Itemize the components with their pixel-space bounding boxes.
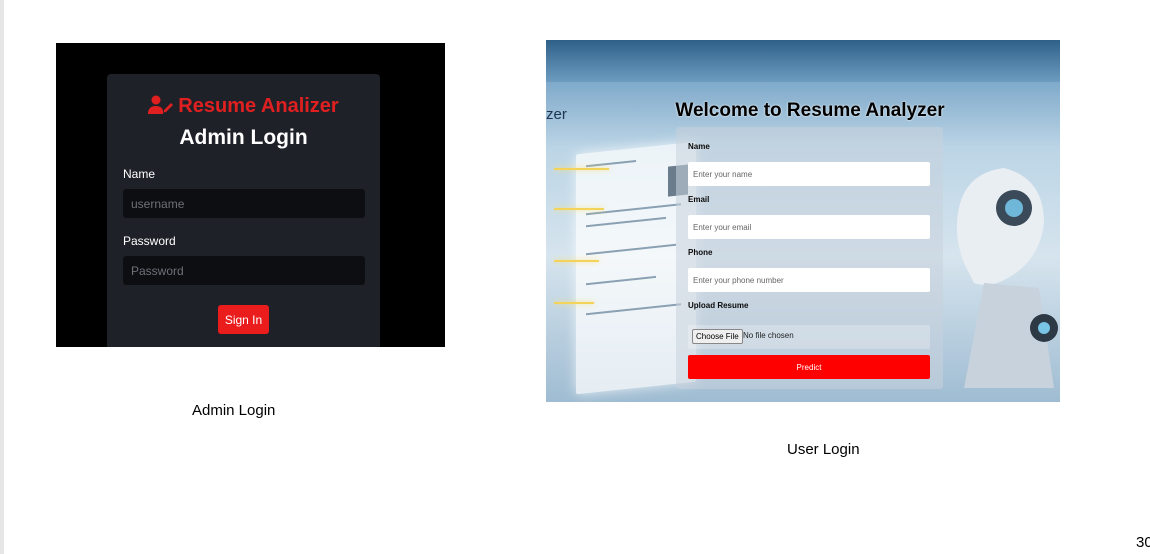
user-edit-icon bbox=[148, 95, 174, 114]
resume-line bbox=[586, 216, 666, 228]
admin-login-caption: Admin Login bbox=[192, 402, 276, 419]
upload-resume-label: Upload Resume bbox=[688, 301, 749, 310]
phone-label: Phone bbox=[688, 248, 713, 257]
robot-illustration bbox=[956, 168, 1058, 388]
light-streak bbox=[554, 260, 599, 262]
background-ceiling bbox=[546, 40, 1060, 82]
name-label: Name bbox=[123, 167, 156, 181]
sign-in-button[interactable]: Sign In bbox=[218, 305, 269, 334]
resume-file-input: Choose File No file chosen bbox=[688, 325, 930, 349]
welcome-title: Welcome to Resume Analyzer bbox=[675, 100, 945, 121]
email-input[interactable] bbox=[688, 215, 930, 239]
page-left-border bbox=[0, 0, 4, 554]
no-file-chosen-text: No file chosen bbox=[743, 331, 794, 340]
page-number: 30 bbox=[1136, 534, 1150, 551]
username-input[interactable] bbox=[123, 189, 365, 218]
admin-login-screenshot: Resume Analizer Admin Login Name Passwor… bbox=[56, 43, 445, 347]
light-streak bbox=[554, 302, 594, 304]
email-label: Email bbox=[688, 195, 710, 204]
admin-login-title: Admin Login bbox=[179, 126, 308, 149]
user-name-input[interactable] bbox=[688, 162, 930, 186]
predict-button[interactable]: Predict bbox=[688, 355, 930, 379]
brand-name: Resume Analizer bbox=[178, 95, 339, 117]
light-streak bbox=[554, 208, 604, 210]
user-name-label: Name bbox=[688, 142, 710, 151]
resume-line bbox=[586, 303, 681, 316]
admin-login-card: Resume Analizer Admin Login Name Passwor… bbox=[107, 74, 380, 347]
password-label: Password bbox=[123, 234, 176, 248]
user-login-screenshot: zer Welcome to Resume Analyzer Name Emai… bbox=[546, 40, 1060, 402]
password-input[interactable] bbox=[123, 256, 365, 285]
resume-line bbox=[586, 160, 636, 168]
resume-line bbox=[586, 243, 676, 256]
brand-heading: Resume Analizer bbox=[107, 94, 380, 118]
light-streak bbox=[554, 168, 609, 170]
resume-line bbox=[586, 275, 656, 286]
user-login-caption: User Login bbox=[787, 441, 860, 458]
choose-file-button[interactable]: Choose File bbox=[692, 329, 743, 344]
phone-input[interactable] bbox=[688, 268, 930, 292]
